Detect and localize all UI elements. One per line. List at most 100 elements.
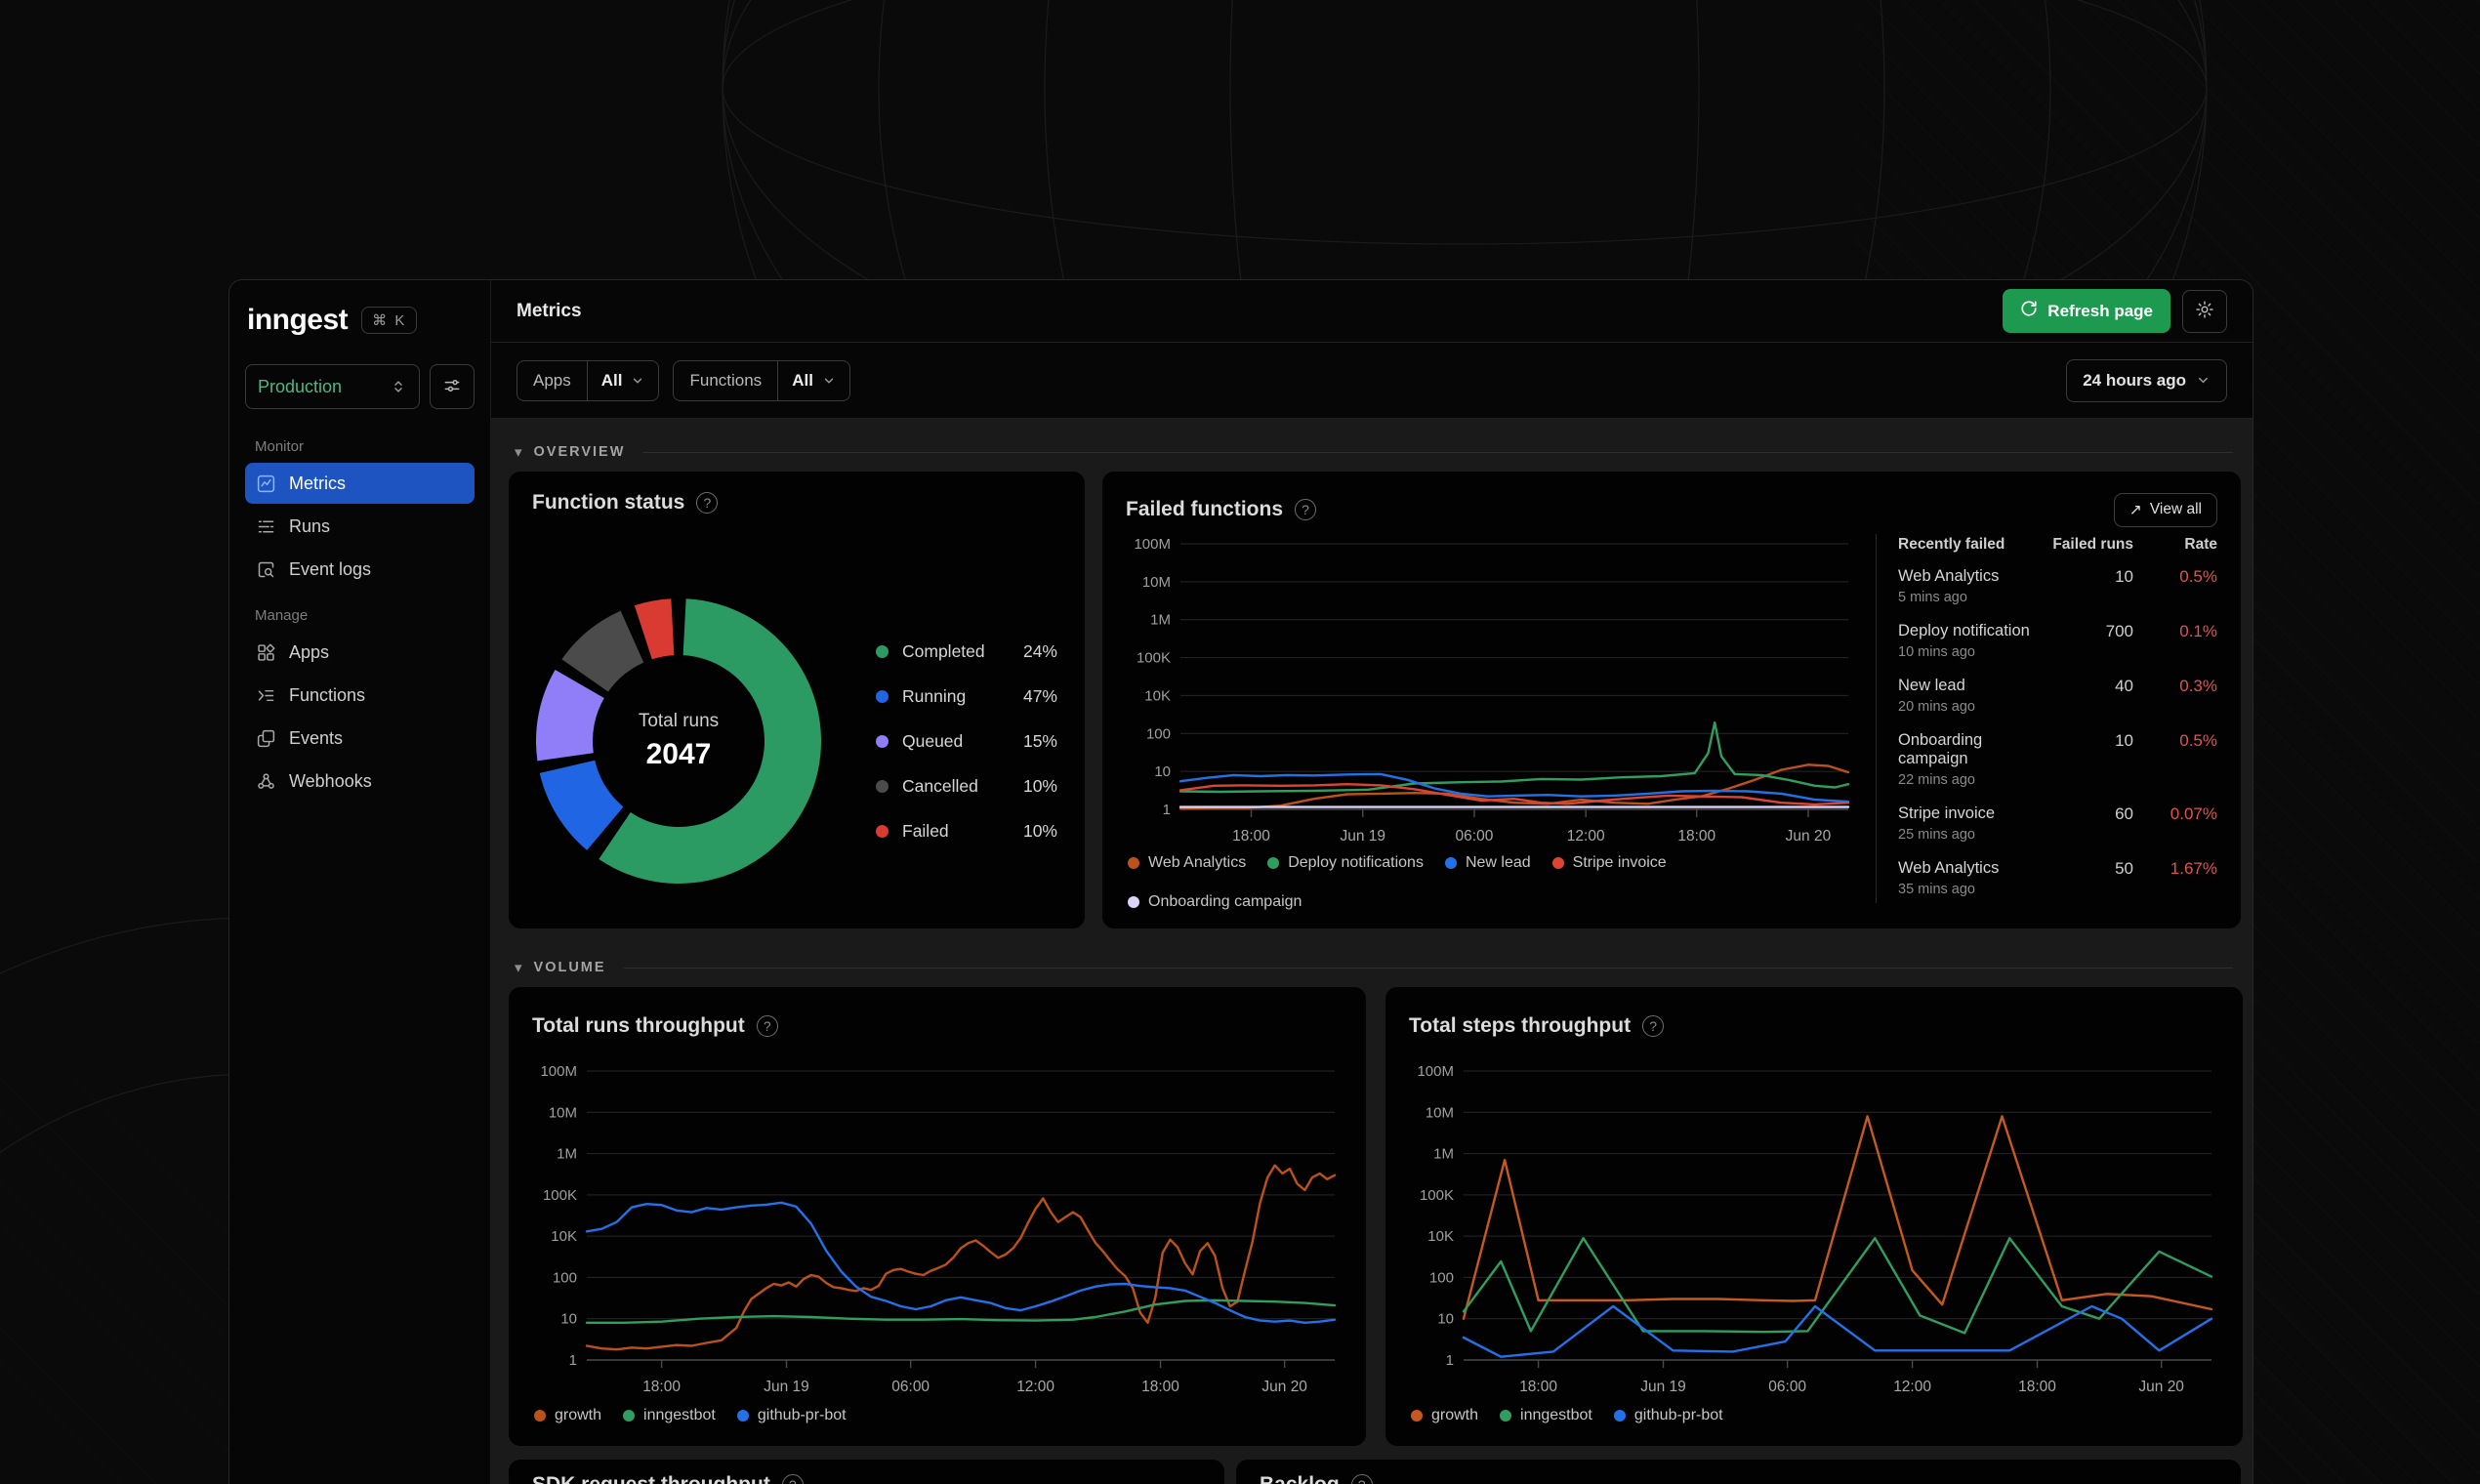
functions-filter[interactable]: Functions All	[673, 359, 850, 401]
svg-text:100M: 100M	[540, 1063, 577, 1080]
inngest-logo: inngest	[247, 304, 349, 336]
help-icon[interactable]: ?	[756, 1015, 778, 1037]
help-icon[interactable]: ?	[781, 1474, 804, 1484]
failed-function-time: 35 mins ago	[1898, 882, 1975, 897]
function-status-title: Function status	[532, 491, 685, 514]
sidebar-item-label: Event logs	[289, 558, 372, 579]
svg-text:10K: 10K	[551, 1228, 577, 1245]
failed-runs-count: 10	[2115, 567, 2133, 586]
collapse-triangle-icon[interactable]: ▾	[515, 959, 522, 976]
legend-dot-icon	[1267, 857, 1280, 869]
function-status-donut: Total runs 2047	[532, 595, 825, 887]
function-status-card: Function status ? Total runs 2047 Comple…	[509, 472, 1085, 928]
volume-section-header: ▾ VOLUME	[509, 954, 2241, 981]
svg-text:18:00: 18:00	[2018, 1379, 2056, 1395]
settings-button[interactable]	[2182, 289, 2227, 333]
apps-filter[interactable]: Apps All	[517, 359, 660, 401]
total-runs-legend: growth inngestbot github-pr-bot	[532, 1401, 1343, 1424]
svg-text:100: 100	[553, 1269, 577, 1286]
legend-dot-icon	[876, 689, 889, 703]
failed-runs-count: 40	[2115, 677, 2133, 695]
legend-dot-icon	[623, 1410, 636, 1422]
help-icon[interactable]: ?	[1642, 1015, 1665, 1037]
failed-table-row[interactable]: Deploy notification 10 mins ago 700 0.1%	[1898, 622, 2217, 660]
failed-table-row[interactable]: New lead 20 mins ago 40 0.3%	[1898, 677, 2217, 715]
legend-item-stripe-invoice: Stripe invoice	[1551, 854, 1667, 872]
series-github-pr-bot	[1462, 1304, 2213, 1358]
legend-dot-icon	[1128, 857, 1139, 869]
legend-dot-icon	[876, 734, 889, 748]
help-icon[interactable]: ?	[696, 492, 719, 514]
sidebar-item-label: Functions	[289, 684, 366, 705]
failed-rate: 0.5%	[2179, 731, 2217, 750]
refresh-icon	[2020, 300, 2038, 322]
legend-dot-icon	[1411, 1410, 1423, 1422]
arrow-up-right-icon: ↗	[2129, 501, 2142, 518]
command-k-shortcut-badge[interactable]: ⌘ K	[361, 307, 418, 334]
view-all-button[interactable]: ↗ View all	[2113, 492, 2217, 527]
sidebar-item-runs[interactable]: Runs	[245, 506, 475, 547]
failed-functions-legend: Web Analytics Deploy notifications New lea…	[1126, 848, 1856, 911]
failed-table-row[interactable]: Onboarding campaign 22 mins ago 10 0.5%	[1898, 731, 2217, 788]
failed-function-name: Onboarding campaign	[1898, 731, 1983, 767]
help-icon[interactable]: ?	[1295, 499, 1317, 520]
sidebar-item-webhooks[interactable]: Webhooks	[245, 761, 475, 802]
svg-text:10M: 10M	[549, 1104, 577, 1121]
failed-table-row[interactable]: Stripe invoice 25 mins ago 60 0.07%	[1898, 804, 2217, 843]
sidebar-item-events[interactable]: Events	[245, 718, 475, 759]
svg-text:10: 10	[560, 1311, 577, 1328]
svg-text:100K: 100K	[1137, 650, 1171, 667]
svg-text:10: 10	[1154, 763, 1171, 780]
donut-center-value: 2047	[645, 738, 712, 770]
svg-text:100: 100	[1429, 1269, 1454, 1286]
gear-icon	[2195, 300, 2214, 322]
overview-section-header: ▾ OVERVIEW	[509, 438, 2241, 466]
legend-dot-icon	[1551, 857, 1564, 869]
svg-text:12:00: 12:00	[1567, 828, 1605, 845]
failed-functions-card: Failed functions ? ↗ View all 1 10 100 10K 1…	[1102, 472, 2241, 928]
refresh-page-button[interactable]: Refresh page	[2003, 289, 2170, 333]
svg-text:100: 100	[1146, 725, 1171, 742]
collapse-triangle-icon[interactable]: ▾	[515, 443, 522, 461]
time-range-selector[interactable]: 24 hours ago	[2066, 358, 2227, 402]
failed-function-name: Web Analytics	[1898, 567, 2000, 585]
failed-table-row[interactable]: Web Analytics 5 mins ago 10 0.5%	[1898, 567, 2217, 605]
legend-item-github-pr-bot: github-pr-bot	[1613, 1407, 1723, 1424]
svg-text:18:00: 18:00	[1141, 1379, 1179, 1395]
events-icon	[256, 728, 276, 749]
apps-icon	[256, 642, 276, 663]
sidebar-item-label: Metrics	[289, 473, 346, 493]
function-status-legend: Completed 24% Running 47% Queued 15% Cancelled…	[876, 641, 1057, 842]
legend-dot-icon	[876, 644, 889, 658]
sidebar-section-label: Manage	[255, 607, 309, 624]
status-legend-item: Cancelled 10%	[876, 776, 1057, 797]
failed-rate: 0.5%	[2179, 567, 2217, 586]
svg-text:06:00: 06:00	[1456, 828, 1494, 845]
total-steps-chart: 1 10 100 10K 100K 1M 10M 100M 18:00 Jun 19 06:00 12…	[1417, 1063, 2213, 1395]
sidebar-item-functions[interactable]: Functions	[245, 675, 475, 716]
sliders-icon	[442, 376, 462, 398]
svg-text:12:00: 12:00	[1016, 1379, 1054, 1395]
legend-item-inngestbot: inngestbot	[1500, 1407, 1592, 1424]
failed-table-header: Recently failed Failed runs Rate	[1898, 536, 2217, 553]
failed-runs-count: 50	[2115, 859, 2133, 878]
sidebar-item-label: Events	[289, 727, 344, 748]
svg-text:18:00: 18:00	[642, 1379, 681, 1395]
main-area: Metrics Refresh page Apps All Functions …	[491, 280, 2253, 1484]
environment-filter-button[interactable]	[430, 364, 475, 409]
svg-text:10M: 10M	[1142, 574, 1171, 591]
environment-selector[interactable]: Production	[245, 364, 420, 409]
help-icon[interactable]: ?	[1350, 1474, 1373, 1484]
failed-table-row[interactable]: Web Analytics 35 mins ago 50 1.67%	[1898, 859, 2217, 897]
legend-item-deploy-notifications: Deploy notifications	[1267, 854, 1424, 872]
legend-dot-icon	[736, 1410, 749, 1422]
legend-item-github-pr-bot: github-pr-bot	[736, 1407, 847, 1424]
status-legend-item: Running 47%	[876, 686, 1057, 707]
sidebar-item-label: Webhooks	[289, 770, 372, 791]
sidebar-item-event-logs[interactable]: Event logs	[245, 549, 475, 590]
sidebar-item-metrics[interactable]: Metrics	[245, 463, 475, 504]
sidebar-item-apps[interactable]: Apps	[245, 632, 475, 673]
legend-dot-icon	[876, 779, 889, 793]
series-growth	[585, 1164, 1337, 1351]
status-legend-item: Completed 24%	[876, 641, 1057, 662]
